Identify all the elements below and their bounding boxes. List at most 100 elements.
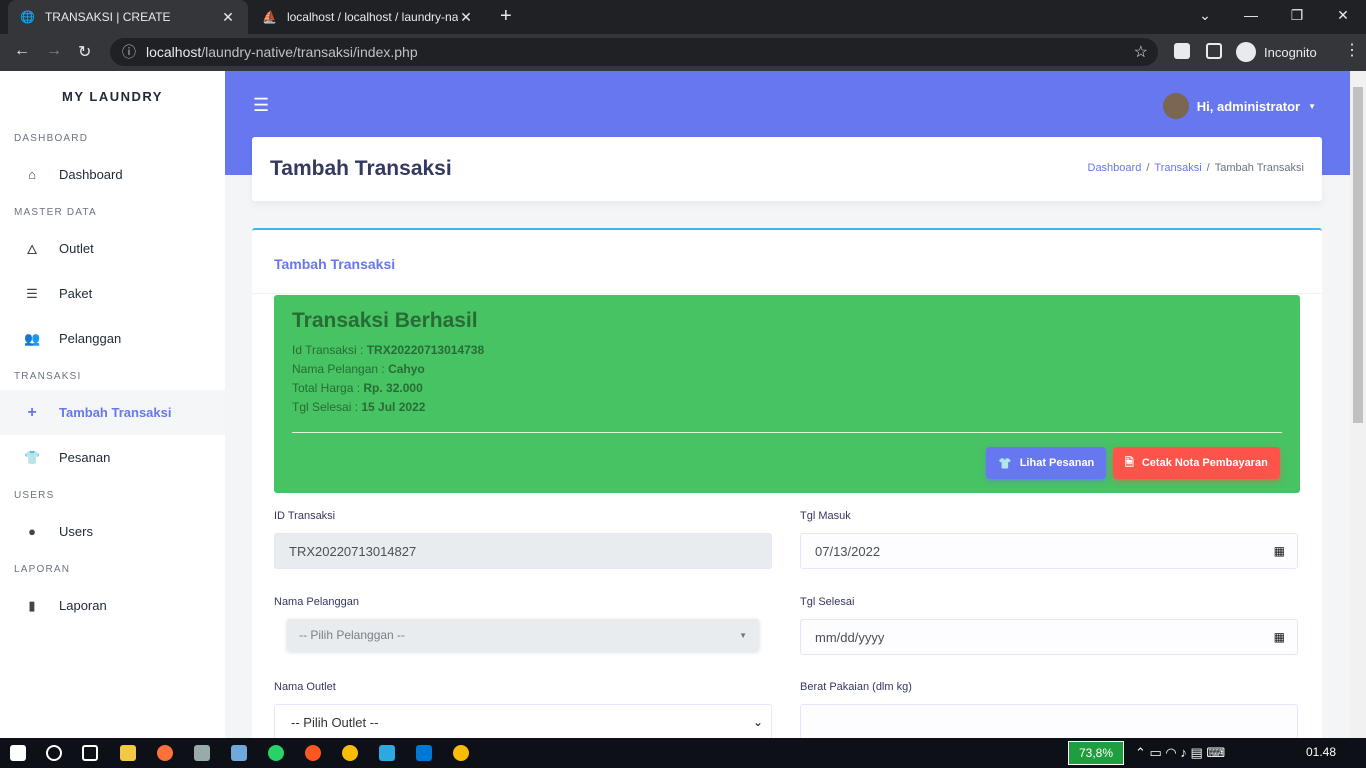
caret-down-icon: ▼ xyxy=(739,630,747,640)
incognito-icon xyxy=(1236,42,1256,62)
new-tab-button[interactable]: + xyxy=(500,6,512,26)
alert-row: Total Harga : Rp. 32.000 xyxy=(292,381,423,395)
reload-icon[interactable]: ↻ xyxy=(78,42,91,62)
sidebar-item-pesanan[interactable]: 👕 Pesanan xyxy=(0,435,225,480)
sidebar-section-dashboard: DASHBOARD xyxy=(14,133,89,144)
battery-indicator[interactable]: 73,8% xyxy=(1068,741,1124,765)
system-tray-icons[interactable]: ⌃ ▭ ◠ ♪ ▤ ⌨ xyxy=(1135,745,1225,761)
berat-field[interactable] xyxy=(800,704,1298,740)
breadcrumb: Dashboard / Transaksi / Tambah Transaksi xyxy=(1087,162,1305,174)
plus-icon: + xyxy=(27,403,37,421)
clock[interactable]: 01.48 xyxy=(1306,745,1336,759)
page-scrollbar[interactable] xyxy=(1350,71,1366,738)
sidepanel-icon[interactable] xyxy=(1206,43,1222,59)
tgl-selesai-group: Tgl Selesai mm/dd/yyyy ▦ xyxy=(800,596,1298,655)
photos-icon[interactable] xyxy=(231,745,247,761)
button-label: Cetak Nota Pembayaran xyxy=(1141,457,1268,469)
scrollbar-thumb[interactable] xyxy=(1353,87,1363,423)
windows-taskbar: 73,8% ⌃ ▭ ◠ ♪ ▤ ⌨ 01.48 xyxy=(0,738,1366,768)
back-icon[interactable]: ← xyxy=(14,42,30,60)
calendar-icon[interactable]: ▦ xyxy=(1274,544,1285,558)
chevron-down-icon[interactable]: ⌄ xyxy=(1182,0,1228,34)
list-icon: ☰ xyxy=(26,285,38,301)
close-icon[interactable]: ✕ xyxy=(220,9,236,26)
folder-icon[interactable] xyxy=(120,745,136,761)
breadcrumb-dashboard[interactable]: Dashboard xyxy=(1088,162,1142,174)
alert-row: Tgl Selesai : 15 Jul 2022 xyxy=(292,400,426,414)
postman-icon[interactable] xyxy=(305,745,321,761)
alert-value: 15 Jul 2022 xyxy=(361,400,426,414)
outlet-group: Nama Outlet -- Pilih Outlet -- ⌄ xyxy=(274,681,772,740)
hamburger-icon[interactable]: ☰ xyxy=(253,95,269,116)
lihat-pesanan-button[interactable]: 👕 Lihat Pesanan xyxy=(986,447,1107,479)
transaksi-card: Tambah Transaksi Transaksi Berhasil Id T… xyxy=(252,228,1322,768)
tgl-selesai-label: Tgl Selesai xyxy=(800,596,855,608)
close-icon[interactable]: ✕ xyxy=(458,9,474,26)
menu-icon[interactable]: ⋮ xyxy=(1344,40,1360,60)
sidebar-item-outlet[interactable]: 🜂 Outlet xyxy=(0,226,225,271)
windows-start-icon[interactable] xyxy=(10,745,26,761)
tab-phpmyadmin[interactable]: ⛵ localhost / localhost / laundry-na ✕ xyxy=(250,0,486,34)
breadcrumb-transaksi[interactable]: Transaksi xyxy=(1154,162,1201,174)
brand[interactable]: MY LAUNDRY xyxy=(0,71,225,123)
incognito-badge[interactable]: Incognito xyxy=(1236,42,1317,62)
calendar-icon[interactable]: ▦ xyxy=(1274,630,1285,644)
app-icon[interactable] xyxy=(194,745,210,761)
close-window-button[interactable]: ✕ xyxy=(1320,0,1366,34)
alert-row: Nama Pelangan : Cahyo xyxy=(292,362,425,376)
card-title: Tambah Transaksi xyxy=(274,256,396,272)
outlet-select[interactable]: -- Pilih Outlet -- ⌄ xyxy=(274,704,772,740)
globe-icon: 🌐 xyxy=(20,10,35,24)
restore-button[interactable]: ❐ xyxy=(1274,0,1320,34)
whatsapp-icon[interactable] xyxy=(268,745,284,761)
forward-icon[interactable]: → xyxy=(46,42,62,60)
chrome-incognito-icon[interactable] xyxy=(453,745,469,761)
extensions-icon[interactable] xyxy=(1174,43,1190,59)
home-icon: ⌂ xyxy=(28,167,36,182)
sidebar-item-label: Dashboard xyxy=(59,167,123,182)
sidebar-item-users[interactable]: ● Users xyxy=(0,509,225,554)
user-greeting: Hi, administrator xyxy=(1196,98,1301,114)
page-title: Tambah Transaksi xyxy=(270,157,452,180)
sidebar-item-tambah-transaksi[interactable]: + Tambah Transaksi xyxy=(0,390,225,435)
info-icon[interactable]: ⓘ xyxy=(122,42,136,62)
outlet-label: Nama Outlet xyxy=(274,681,336,693)
cetak-nota-button[interactable]: 🗎 Cetak Nota Pembayaran xyxy=(1113,447,1280,479)
sidebar-section-users: USERS xyxy=(14,490,55,501)
star-icon[interactable]: ☆ xyxy=(1134,42,1148,62)
browser-tab-strip: 🌐 TRANSAKSI | CREATE ✕ ⛵ localhost / loc… xyxy=(0,0,1366,34)
tgl-masuk-label: Tgl Masuk xyxy=(800,510,851,522)
minimize-button[interactable]: — xyxy=(1228,0,1274,34)
chrome-icon[interactable] xyxy=(342,745,358,761)
berat-group: Berat Pakaian (dlm kg) xyxy=(800,681,1298,740)
sidebar-item-label: Outlet xyxy=(59,241,94,256)
sidebar-item-pelanggan[interactable]: 👥 Pelanggan xyxy=(0,316,225,361)
tab-title: localhost / localhost / laundry-na xyxy=(286,10,458,24)
app-icon[interactable] xyxy=(379,745,395,761)
tab-transaksi-create[interactable]: 🌐 TRANSAKSI | CREATE ✕ xyxy=(8,0,248,34)
tgl-masuk-field[interactable]: 07/13/2022 ▦ xyxy=(800,533,1298,569)
caret-down-icon: ▼ xyxy=(1308,101,1316,111)
berat-label: Berat Pakaian (dlm kg) xyxy=(800,681,912,693)
pelanggan-select[interactable]: -- Pilih Pelanggan -- ▼ xyxy=(287,619,759,651)
vscode-icon[interactable] xyxy=(416,745,432,761)
task-view-icon[interactable] xyxy=(82,745,98,761)
tshirt-icon: 👕 xyxy=(24,449,41,465)
sidebar-item-paket[interactable]: ☰ Paket xyxy=(0,271,225,316)
file-icon: 🗎 xyxy=(1125,456,1134,469)
user-menu[interactable]: Hi, administrator ▼ xyxy=(1162,93,1316,119)
sidebar-item-label: Laporan xyxy=(59,598,107,613)
url-path: /laundry-native/transaksi/index.php xyxy=(201,44,418,60)
tgl-selesai-field[interactable]: mm/dd/yyyy ▦ xyxy=(800,619,1298,655)
phpmyadmin-icon: ⛵ xyxy=(262,10,277,24)
browser-toolbar: ← → ↻ ⓘ localhost/laundry-native/transak… xyxy=(0,34,1366,71)
sidebar-item-laporan[interactable]: ▮ Laporan xyxy=(0,583,225,628)
sidebar-item-label: Users xyxy=(59,524,93,539)
search-icon[interactable] xyxy=(46,745,62,761)
breadcrumb-current: Tambah Transaksi xyxy=(1214,162,1304,174)
sidebar-item-label: Pesanan xyxy=(59,450,111,465)
address-bar[interactable]: ⓘ localhost/laundry-native/transaksi/ind… xyxy=(110,38,1158,66)
firefox-icon[interactable] xyxy=(157,745,173,761)
sidebar-item-dashboard[interactable]: ⌂ Dashboard xyxy=(0,152,225,197)
button-label: Lihat Pesanan xyxy=(1019,457,1095,469)
